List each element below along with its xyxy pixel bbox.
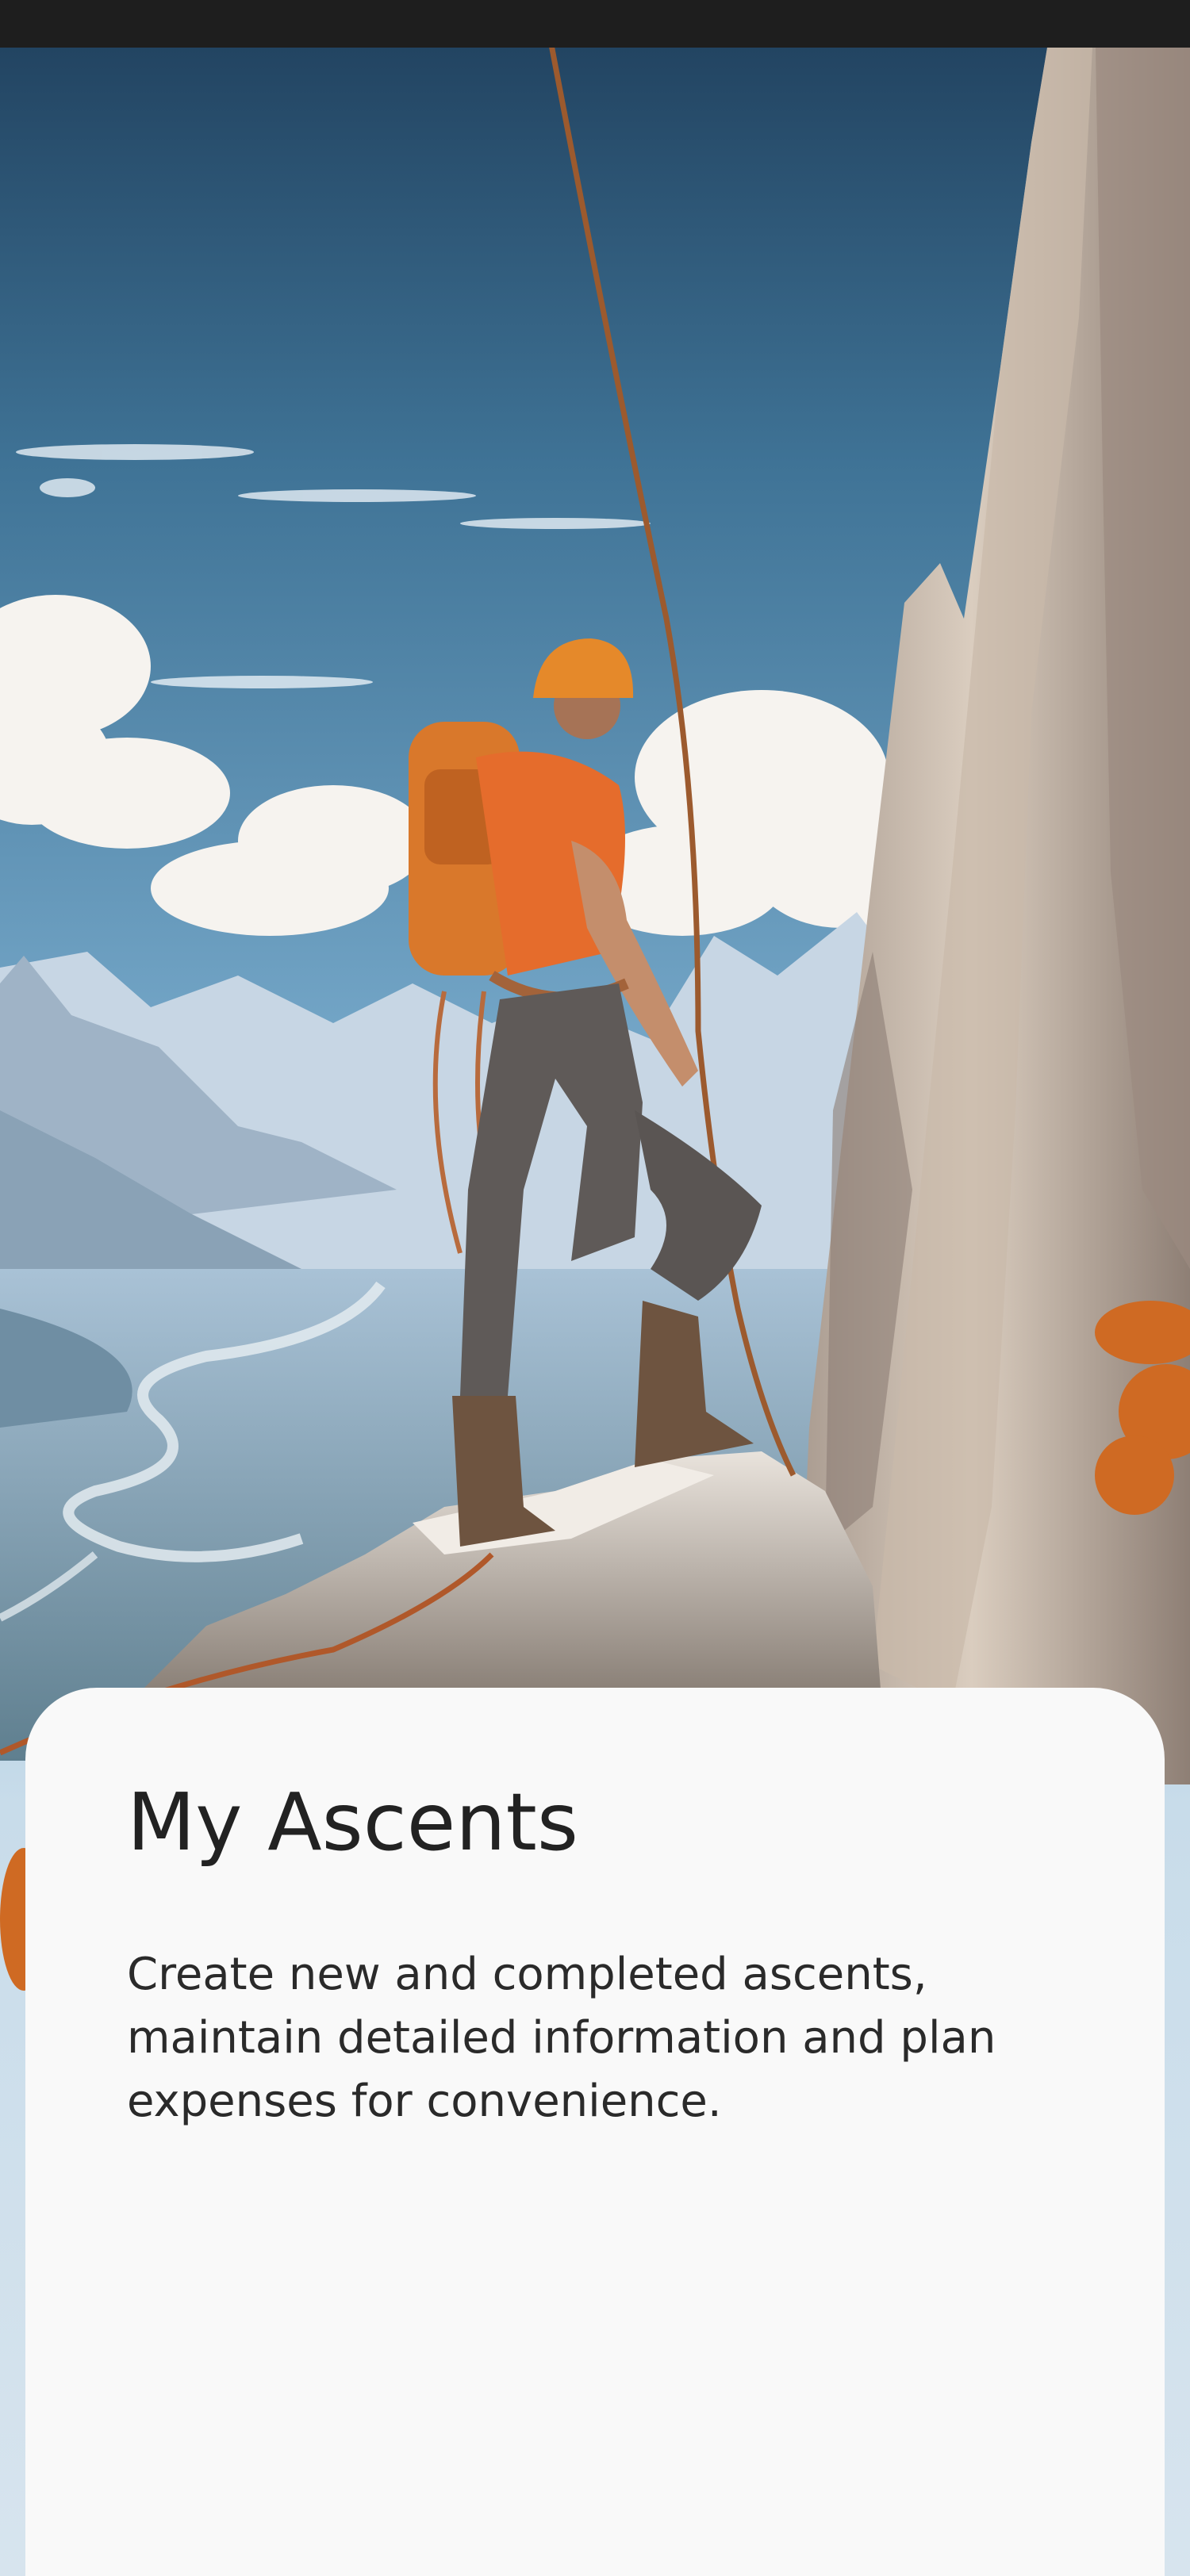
onboarding-description: Create new and completed ascents, mainta…	[127, 1949, 996, 2127]
status-bar	[0, 0, 1190, 48]
onboarding-card: My Ascents Create new and completed asce…	[25, 1688, 1165, 2576]
onboarding-title: My Ascents	[127, 1776, 578, 1869]
onboarding-screen: My Ascents Create new and completed asce…	[0, 0, 1190, 2576]
